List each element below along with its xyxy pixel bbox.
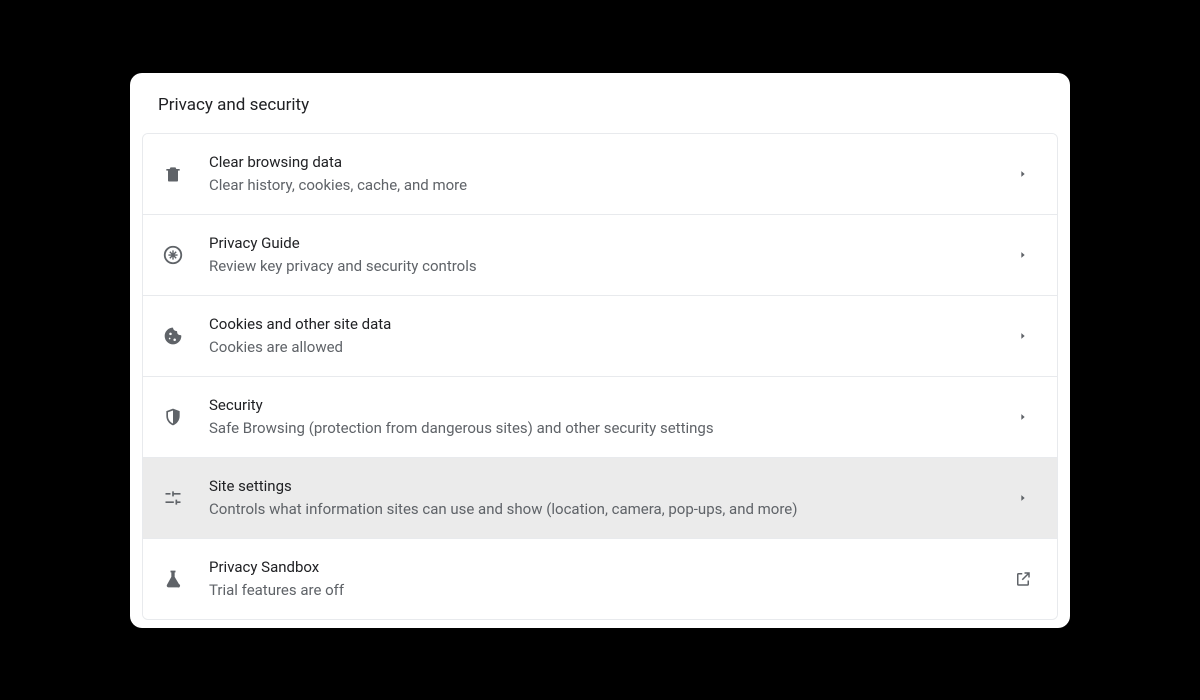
chevron-right-icon xyxy=(1013,245,1033,265)
row-title: Cookies and other site data xyxy=(209,314,1013,335)
row-title: Clear browsing data xyxy=(209,152,1013,173)
chevron-right-icon xyxy=(1013,488,1033,508)
trash-icon xyxy=(161,162,185,186)
row-title: Security xyxy=(209,395,1013,416)
row-subtitle: Controls what information sites can use … xyxy=(209,499,1013,520)
row-subtitle: Review key privacy and security controls xyxy=(209,256,1013,277)
row-text: Cookies and other site data Cookies are … xyxy=(209,314,1013,358)
row-privacy-guide[interactable]: Privacy Guide Review key privacy and sec… xyxy=(143,215,1057,296)
row-title: Site settings xyxy=(209,476,1013,497)
row-text: Clear browsing data Clear history, cooki… xyxy=(209,152,1013,196)
row-subtitle: Clear history, cookies, cache, and more xyxy=(209,175,1013,196)
row-privacy-sandbox[interactable]: Privacy Sandbox Trial features are off xyxy=(143,539,1057,619)
shield-icon xyxy=(161,405,185,429)
row-title: Privacy Sandbox xyxy=(209,557,1013,578)
row-text: Site settings Controls what information … xyxy=(209,476,1013,520)
row-text: Privacy Guide Review key privacy and sec… xyxy=(209,233,1013,277)
row-cookies[interactable]: Cookies and other site data Cookies are … xyxy=(143,296,1057,377)
privacy-security-card: Privacy and security Clear browsing data… xyxy=(130,73,1070,628)
row-text: Privacy Sandbox Trial features are off xyxy=(209,557,1013,601)
compass-icon xyxy=(161,243,185,267)
external-link-icon xyxy=(1013,569,1033,589)
sliders-icon xyxy=(161,486,185,510)
chevron-right-icon xyxy=(1013,164,1033,184)
row-subtitle: Trial features are off xyxy=(209,580,1013,601)
flask-icon xyxy=(161,567,185,591)
row-clear-browsing-data[interactable]: Clear browsing data Clear history, cooki… xyxy=(143,134,1057,215)
section-title: Privacy and security xyxy=(130,73,1070,133)
chevron-right-icon xyxy=(1013,326,1033,346)
row-subtitle: Cookies are allowed xyxy=(209,337,1013,358)
row-title: Privacy Guide xyxy=(209,233,1013,254)
row-site-settings[interactable]: Site settings Controls what information … xyxy=(143,458,1057,539)
row-text: Security Safe Browsing (protection from … xyxy=(209,395,1013,439)
row-security[interactable]: Security Safe Browsing (protection from … xyxy=(143,377,1057,458)
settings-list: Clear browsing data Clear history, cooki… xyxy=(142,133,1058,620)
row-subtitle: Safe Browsing (protection from dangerous… xyxy=(209,418,1013,439)
chevron-right-icon xyxy=(1013,407,1033,427)
cookie-icon xyxy=(161,324,185,348)
